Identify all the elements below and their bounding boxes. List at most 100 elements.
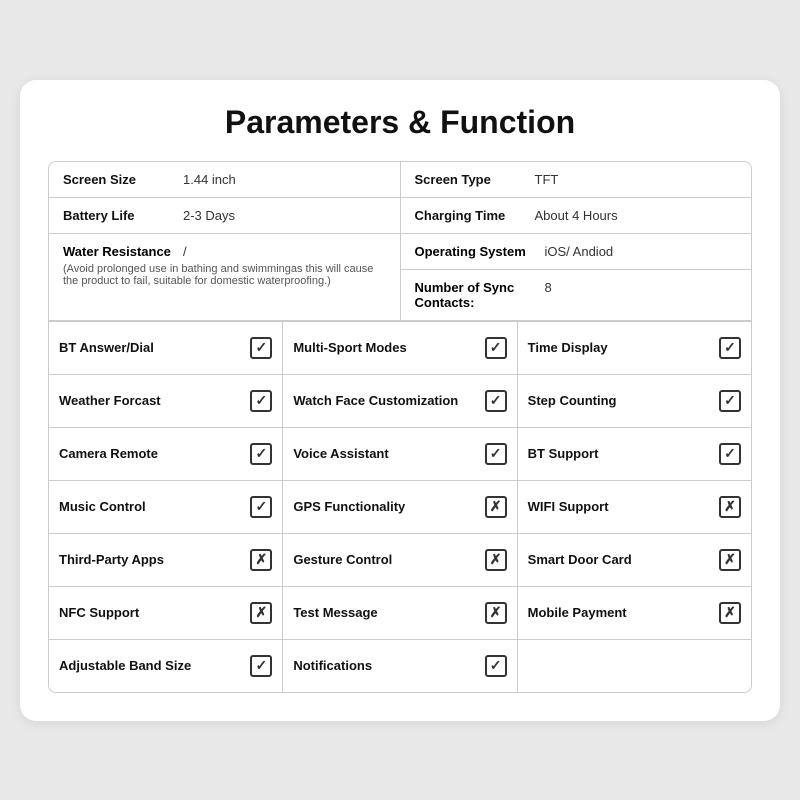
water-left: Water Resistance / (Avoid prolonged use … xyxy=(49,234,401,320)
check-yes-icon xyxy=(485,390,507,412)
feature-cell: Watch Face Customization xyxy=(283,375,517,427)
screen-type-cell: Screen Type TFT xyxy=(401,162,752,197)
feature-cell: Test Message xyxy=(283,587,517,639)
check-yes-icon xyxy=(719,337,741,359)
feature-cell: Step Counting xyxy=(518,375,751,427)
os-label: Operating System xyxy=(415,244,545,259)
battery-life-label: Battery Life xyxy=(63,208,183,223)
check-no-icon xyxy=(719,549,741,571)
feature-cell: Third-Party Apps xyxy=(49,534,283,586)
feature-cell: NFC Support xyxy=(49,587,283,639)
feature-label: NFC Support xyxy=(59,605,246,620)
feature-row: Camera Remote Voice Assistant BT Support xyxy=(49,428,751,481)
charging-time-label: Charging Time xyxy=(415,208,535,223)
feature-label: GPS Functionality xyxy=(293,499,480,514)
battery-life-cell: Battery Life 2-3 Days xyxy=(49,198,401,233)
feature-label: Time Display xyxy=(528,340,715,355)
screen-type-label: Screen Type xyxy=(415,172,535,187)
check-yes-icon xyxy=(250,496,272,518)
feature-cell: Adjustable Band Size xyxy=(49,640,283,692)
feature-cell: Voice Assistant xyxy=(283,428,517,480)
feature-cell: Music Control xyxy=(49,481,283,533)
feature-cell: Weather Forcast xyxy=(49,375,283,427)
feature-cell: WIFI Support xyxy=(518,481,751,533)
feature-cell: Camera Remote xyxy=(49,428,283,480)
feature-cell: Smart Door Card xyxy=(518,534,751,586)
water-value: / xyxy=(183,244,386,259)
feature-row: NFC Support Test Message Mobile Payment xyxy=(49,587,751,640)
feature-label: WIFI Support xyxy=(528,499,715,514)
feature-cell: Time Display xyxy=(518,322,751,374)
check-yes-icon xyxy=(719,390,741,412)
feature-label: BT Answer/Dial xyxy=(59,340,246,355)
water-note: (Avoid prolonged use in bathing and swim… xyxy=(49,263,400,297)
check-no-icon xyxy=(485,496,507,518)
check-no-icon xyxy=(485,549,507,571)
feature-cell: Mobile Payment xyxy=(518,587,751,639)
feature-label: Weather Forcast xyxy=(59,393,246,408)
feature-label: Mobile Payment xyxy=(528,605,715,620)
page-title: Parameters & Function xyxy=(48,104,752,141)
battery-life-value: 2-3 Days xyxy=(183,208,386,223)
water-top: Water Resistance / xyxy=(49,234,400,263)
check-no-icon xyxy=(485,602,507,624)
feature-label: Music Control xyxy=(59,499,246,514)
feature-cell xyxy=(518,640,751,692)
sync-label: Number of Sync Contacts: xyxy=(415,280,545,310)
check-yes-icon xyxy=(250,655,272,677)
feature-label: Camera Remote xyxy=(59,446,246,461)
feature-label: Gesture Control xyxy=(293,552,480,567)
feature-cell: Notifications xyxy=(283,640,517,692)
check-yes-icon xyxy=(485,655,507,677)
page-container: Parameters & Function Screen Size 1.44 i… xyxy=(20,80,780,721)
check-no-icon xyxy=(719,602,741,624)
screen-size-cell: Screen Size 1.44 inch xyxy=(49,162,401,197)
params-table: Screen Size 1.44 inch Screen Type TFT Ba… xyxy=(48,161,752,693)
feature-cell: GPS Functionality xyxy=(283,481,517,533)
check-yes-icon xyxy=(250,337,272,359)
spec-row-battery: Battery Life 2-3 Days Charging Time Abou… xyxy=(49,198,751,234)
feature-label: Step Counting xyxy=(528,393,715,408)
feature-label: Voice Assistant xyxy=(293,446,480,461)
screen-size-value: 1.44 inch xyxy=(183,172,386,187)
screen-type-value: TFT xyxy=(535,172,738,187)
check-yes-icon xyxy=(485,443,507,465)
feature-cell: Gesture Control xyxy=(283,534,517,586)
check-yes-icon xyxy=(250,390,272,412)
charging-time-cell: Charging Time About 4 Hours xyxy=(401,198,752,233)
feature-label: Adjustable Band Size xyxy=(59,658,246,673)
check-no-icon xyxy=(719,496,741,518)
operating-system-cell: Operating System iOS/ Andiod xyxy=(401,234,752,270)
feature-cell: BT Support xyxy=(518,428,751,480)
feature-label: Watch Face Customization xyxy=(293,393,480,408)
water-right: Operating System iOS/ Andiod Number of S… xyxy=(401,234,752,320)
feature-row: BT Answer/Dial Multi-Sport Modes Time Disp… xyxy=(49,322,751,375)
spec-row-water: Water Resistance / (Avoid prolonged use … xyxy=(49,234,751,321)
check-yes-icon xyxy=(719,443,741,465)
feature-label: Smart Door Card xyxy=(528,552,715,567)
feature-cell: BT Answer/Dial xyxy=(49,322,283,374)
feature-row: Third-Party Apps Gesture Control Smart Doo… xyxy=(49,534,751,587)
screen-size-label: Screen Size xyxy=(63,172,183,187)
feature-section: BT Answer/Dial Multi-Sport Modes Time Disp… xyxy=(49,322,751,692)
feature-row: Music Control GPS Functionality WIFI Suppo… xyxy=(49,481,751,534)
feature-row: Adjustable Band Size Notifications xyxy=(49,640,751,692)
os-value: iOS/ Andiod xyxy=(545,244,738,259)
spec-section: Screen Size 1.44 inch Screen Type TFT Ba… xyxy=(49,162,751,322)
water-label: Water Resistance xyxy=(63,244,183,259)
feature-cell: Multi-Sport Modes xyxy=(283,322,517,374)
feature-label: Test Message xyxy=(293,605,480,620)
feature-label: Multi-Sport Modes xyxy=(293,340,480,355)
check-no-icon xyxy=(250,602,272,624)
feature-row: Weather Forcast Watch Face Customization S… xyxy=(49,375,751,428)
spec-row-screen: Screen Size 1.44 inch Screen Type TFT xyxy=(49,162,751,198)
sync-value: 8 xyxy=(545,280,738,310)
feature-label: BT Support xyxy=(528,446,715,461)
check-yes-icon xyxy=(485,337,507,359)
charging-time-value: About 4 Hours xyxy=(535,208,738,223)
check-yes-icon xyxy=(250,443,272,465)
feature-label: Third-Party Apps xyxy=(59,552,246,567)
feature-label: Notifications xyxy=(293,658,480,673)
check-no-icon xyxy=(250,549,272,571)
sync-contacts-cell: Number of Sync Contacts: 8 xyxy=(401,270,752,320)
